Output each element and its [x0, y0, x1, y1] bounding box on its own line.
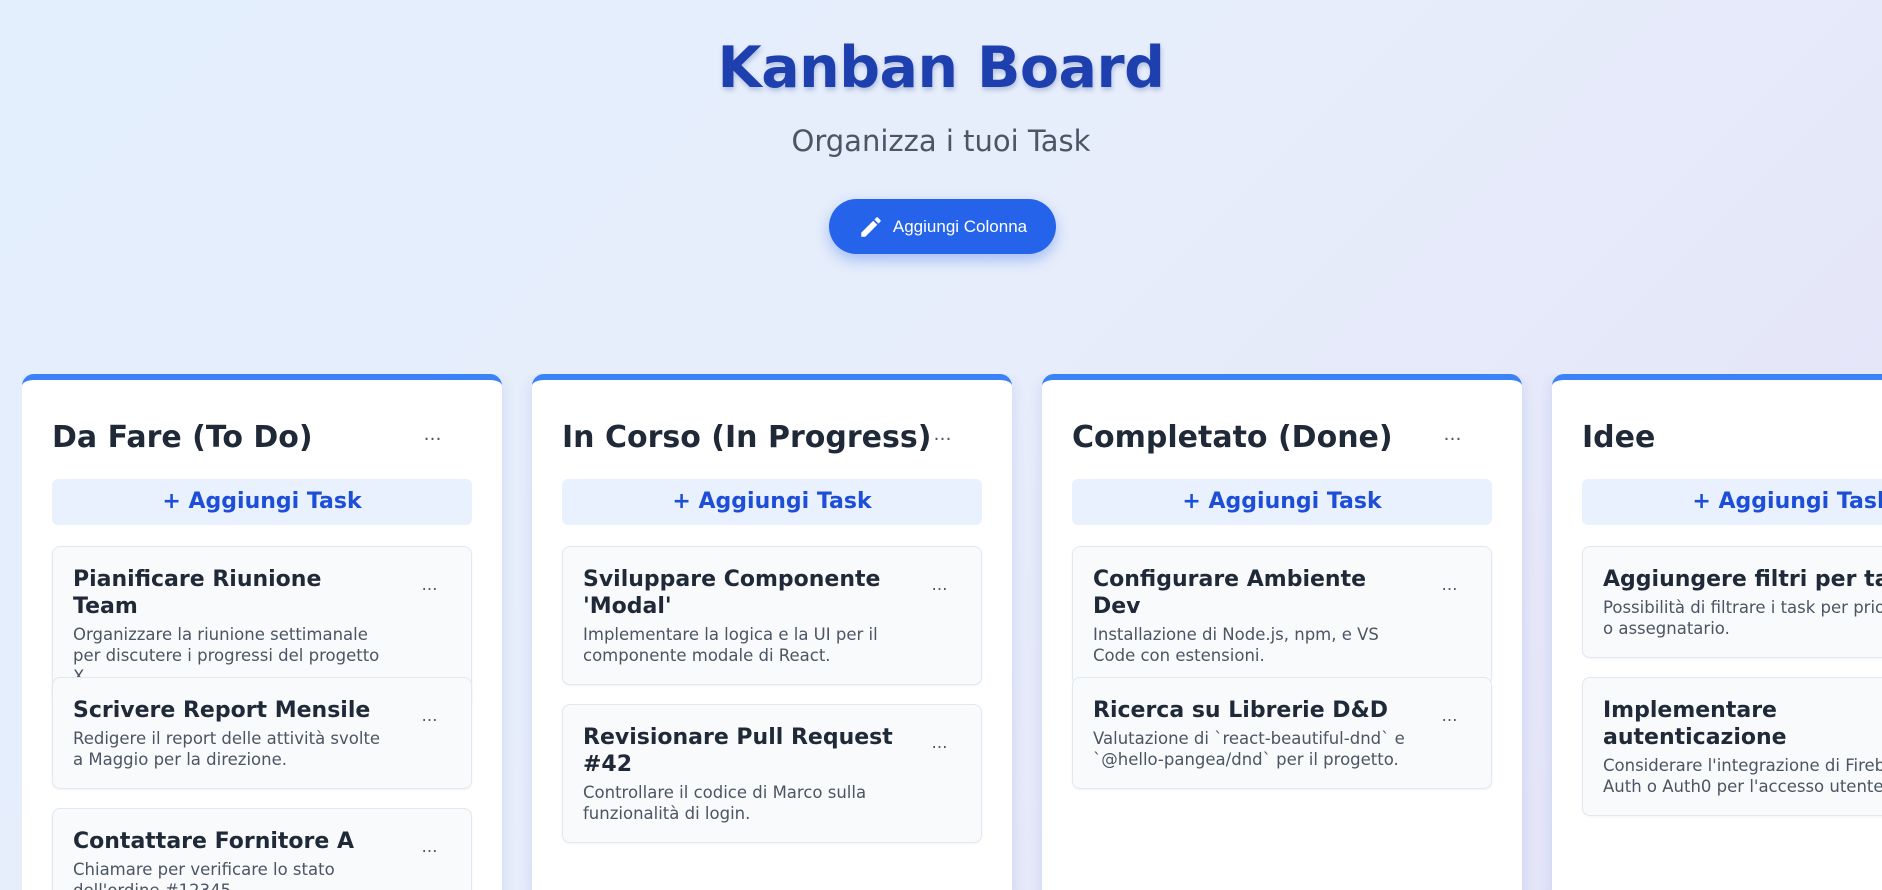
add-task-button[interactable]: + Aggiungi Task — [562, 479, 982, 525]
task-title: Configurare Ambiente Dev — [1093, 567, 1367, 619]
task-menu-ellipsis-icon[interactable]: … — [415, 835, 445, 859]
task-description: Chiamare per verificare lo stato dell'or… — [73, 860, 335, 890]
add-task-button[interactable]: + Aggiungi Task — [1072, 479, 1492, 525]
task-description: Possibilità di filtrare i task per prior… — [1603, 598, 1882, 638]
task-card[interactable]: Contattare Fornitore A Chiamare per veri… — [52, 808, 472, 890]
add-column-button[interactable]: Aggiungi Colonna — [829, 199, 1056, 254]
task-card[interactable]: Revisionare Pull Request #42 Controllare… — [562, 704, 982, 843]
task-description: Redigere il report delle attività svolte… — [73, 729, 381, 769]
task-card[interactable]: Scrivere Report Mensile Redigere il repo… — [52, 677, 472, 789]
task-title: Revisionare Pull Request #42 — [583, 725, 893, 777]
task-description: Installazione di Node.js, npm, e VS Code… — [1093, 625, 1379, 665]
page-subtitle: Organizza i tuoi Task — [791, 124, 1091, 158]
task-description: Considerare l'integrazione di Firebase A… — [1603, 756, 1882, 796]
column-done: Completato (Done) … + Aggiungi Task Conf… — [1042, 374, 1522, 890]
column-menu-ellipsis-icon[interactable]: … — [1435, 420, 1471, 450]
task-description: Implementare la logica e la UI per il co… — [583, 625, 878, 665]
task-title: Implementare autenticazione — [1603, 698, 1787, 750]
column-in-progress: In Corso (In Progress) … + Aggiungi Task… — [532, 374, 1012, 890]
column-ideas: Idee … + Aggiungi Task Aggiungere filtri… — [1552, 374, 1882, 890]
column-todo: Da Fare (To Do) … + Aggiungi Task Pianif… — [22, 374, 502, 890]
pencil-icon — [861, 216, 881, 237]
task-card[interactable]: Configurare Ambiente Dev Installazione d… — [1072, 546, 1492, 685]
task-menu-ellipsis-icon[interactable]: … — [1435, 704, 1465, 728]
board-columns: Da Fare (To Do) … + Aggiungi Task Pianif… — [22, 374, 1882, 890]
add-column-label: Aggiungi Colonna — [892, 216, 1028, 236]
task-title: Ricerca su Librerie D&D — [1093, 698, 1389, 723]
task-description: Valutazione di `react-beautiful-dnd` e `… — [1093, 729, 1405, 769]
task-title: Scrivere Report Mensile — [73, 698, 371, 723]
add-task-button[interactable]: + Aggiungi Task — [1582, 479, 1882, 525]
task-card[interactable]: Aggiungere filtri per task Possibilità d… — [1582, 546, 1882, 658]
task-menu-ellipsis-icon[interactable]: … — [1435, 573, 1465, 597]
task-menu-ellipsis-icon[interactable]: … — [415, 704, 445, 728]
column-title: Idee — [1582, 420, 1656, 455]
task-menu-ellipsis-icon[interactable]: … — [415, 573, 445, 597]
page-title: Kanban Board — [717, 35, 1165, 101]
task-menu-ellipsis-icon[interactable]: … — [925, 573, 955, 597]
task-card[interactable]: Implementare autenticazione Considerare … — [1582, 677, 1882, 816]
column-title: Completato (Done) — [1072, 420, 1393, 455]
column-title: In Corso (In Progress) — [562, 420, 932, 455]
task-description: Controllare il codice di Marco sulla fun… — [583, 783, 867, 823]
task-title: Pianificare Riunione Team — [73, 567, 322, 619]
task-title: Sviluppare Componente 'Modal' — [583, 567, 881, 619]
column-menu-ellipsis-icon[interactable]: … — [925, 420, 961, 450]
task-menu-ellipsis-icon[interactable]: … — [925, 731, 955, 755]
column-title: Da Fare (To Do) — [52, 420, 313, 455]
task-card[interactable]: Sviluppare Componente 'Modal' Implementa… — [562, 546, 982, 685]
task-title: Aggiungere filtri per task — [1603, 567, 1882, 592]
column-menu-ellipsis-icon[interactable]: … — [415, 420, 451, 450]
task-title: Contattare Fornitore A — [73, 829, 354, 854]
task-card[interactable]: Ricerca su Librerie D&D Valutazione di `… — [1072, 677, 1492, 789]
add-task-button[interactable]: + Aggiungi Task — [52, 479, 472, 525]
